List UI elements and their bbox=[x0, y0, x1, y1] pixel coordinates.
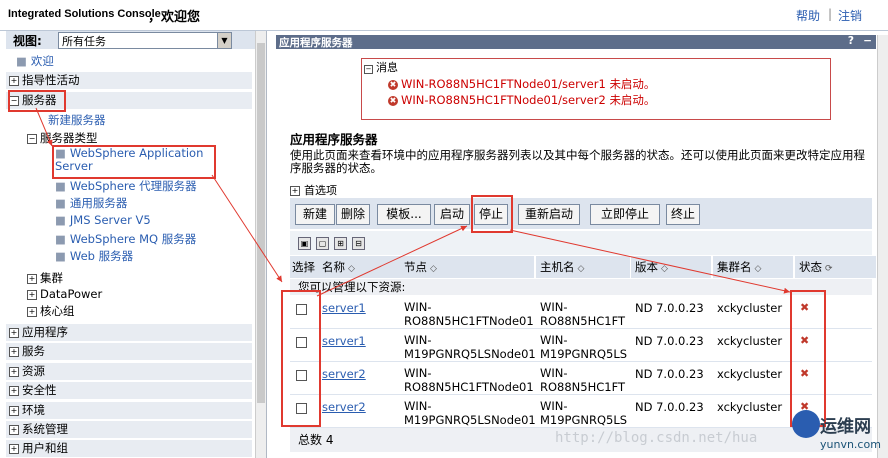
logo-icon bbox=[792, 410, 820, 438]
logo-subtext: yunvn.com bbox=[820, 438, 881, 451]
annotation-arrow bbox=[316, 225, 468, 297]
annotation-arrows bbox=[35, 107, 791, 297]
annotation-arrow bbox=[509, 229, 791, 294]
annotation-arrow bbox=[35, 107, 53, 147]
annotation-arrow bbox=[211, 174, 283, 283]
watermark: http://blog.csdn.net/hua bbox=[555, 430, 758, 446]
logo-text: 运维网 bbox=[820, 417, 871, 437]
